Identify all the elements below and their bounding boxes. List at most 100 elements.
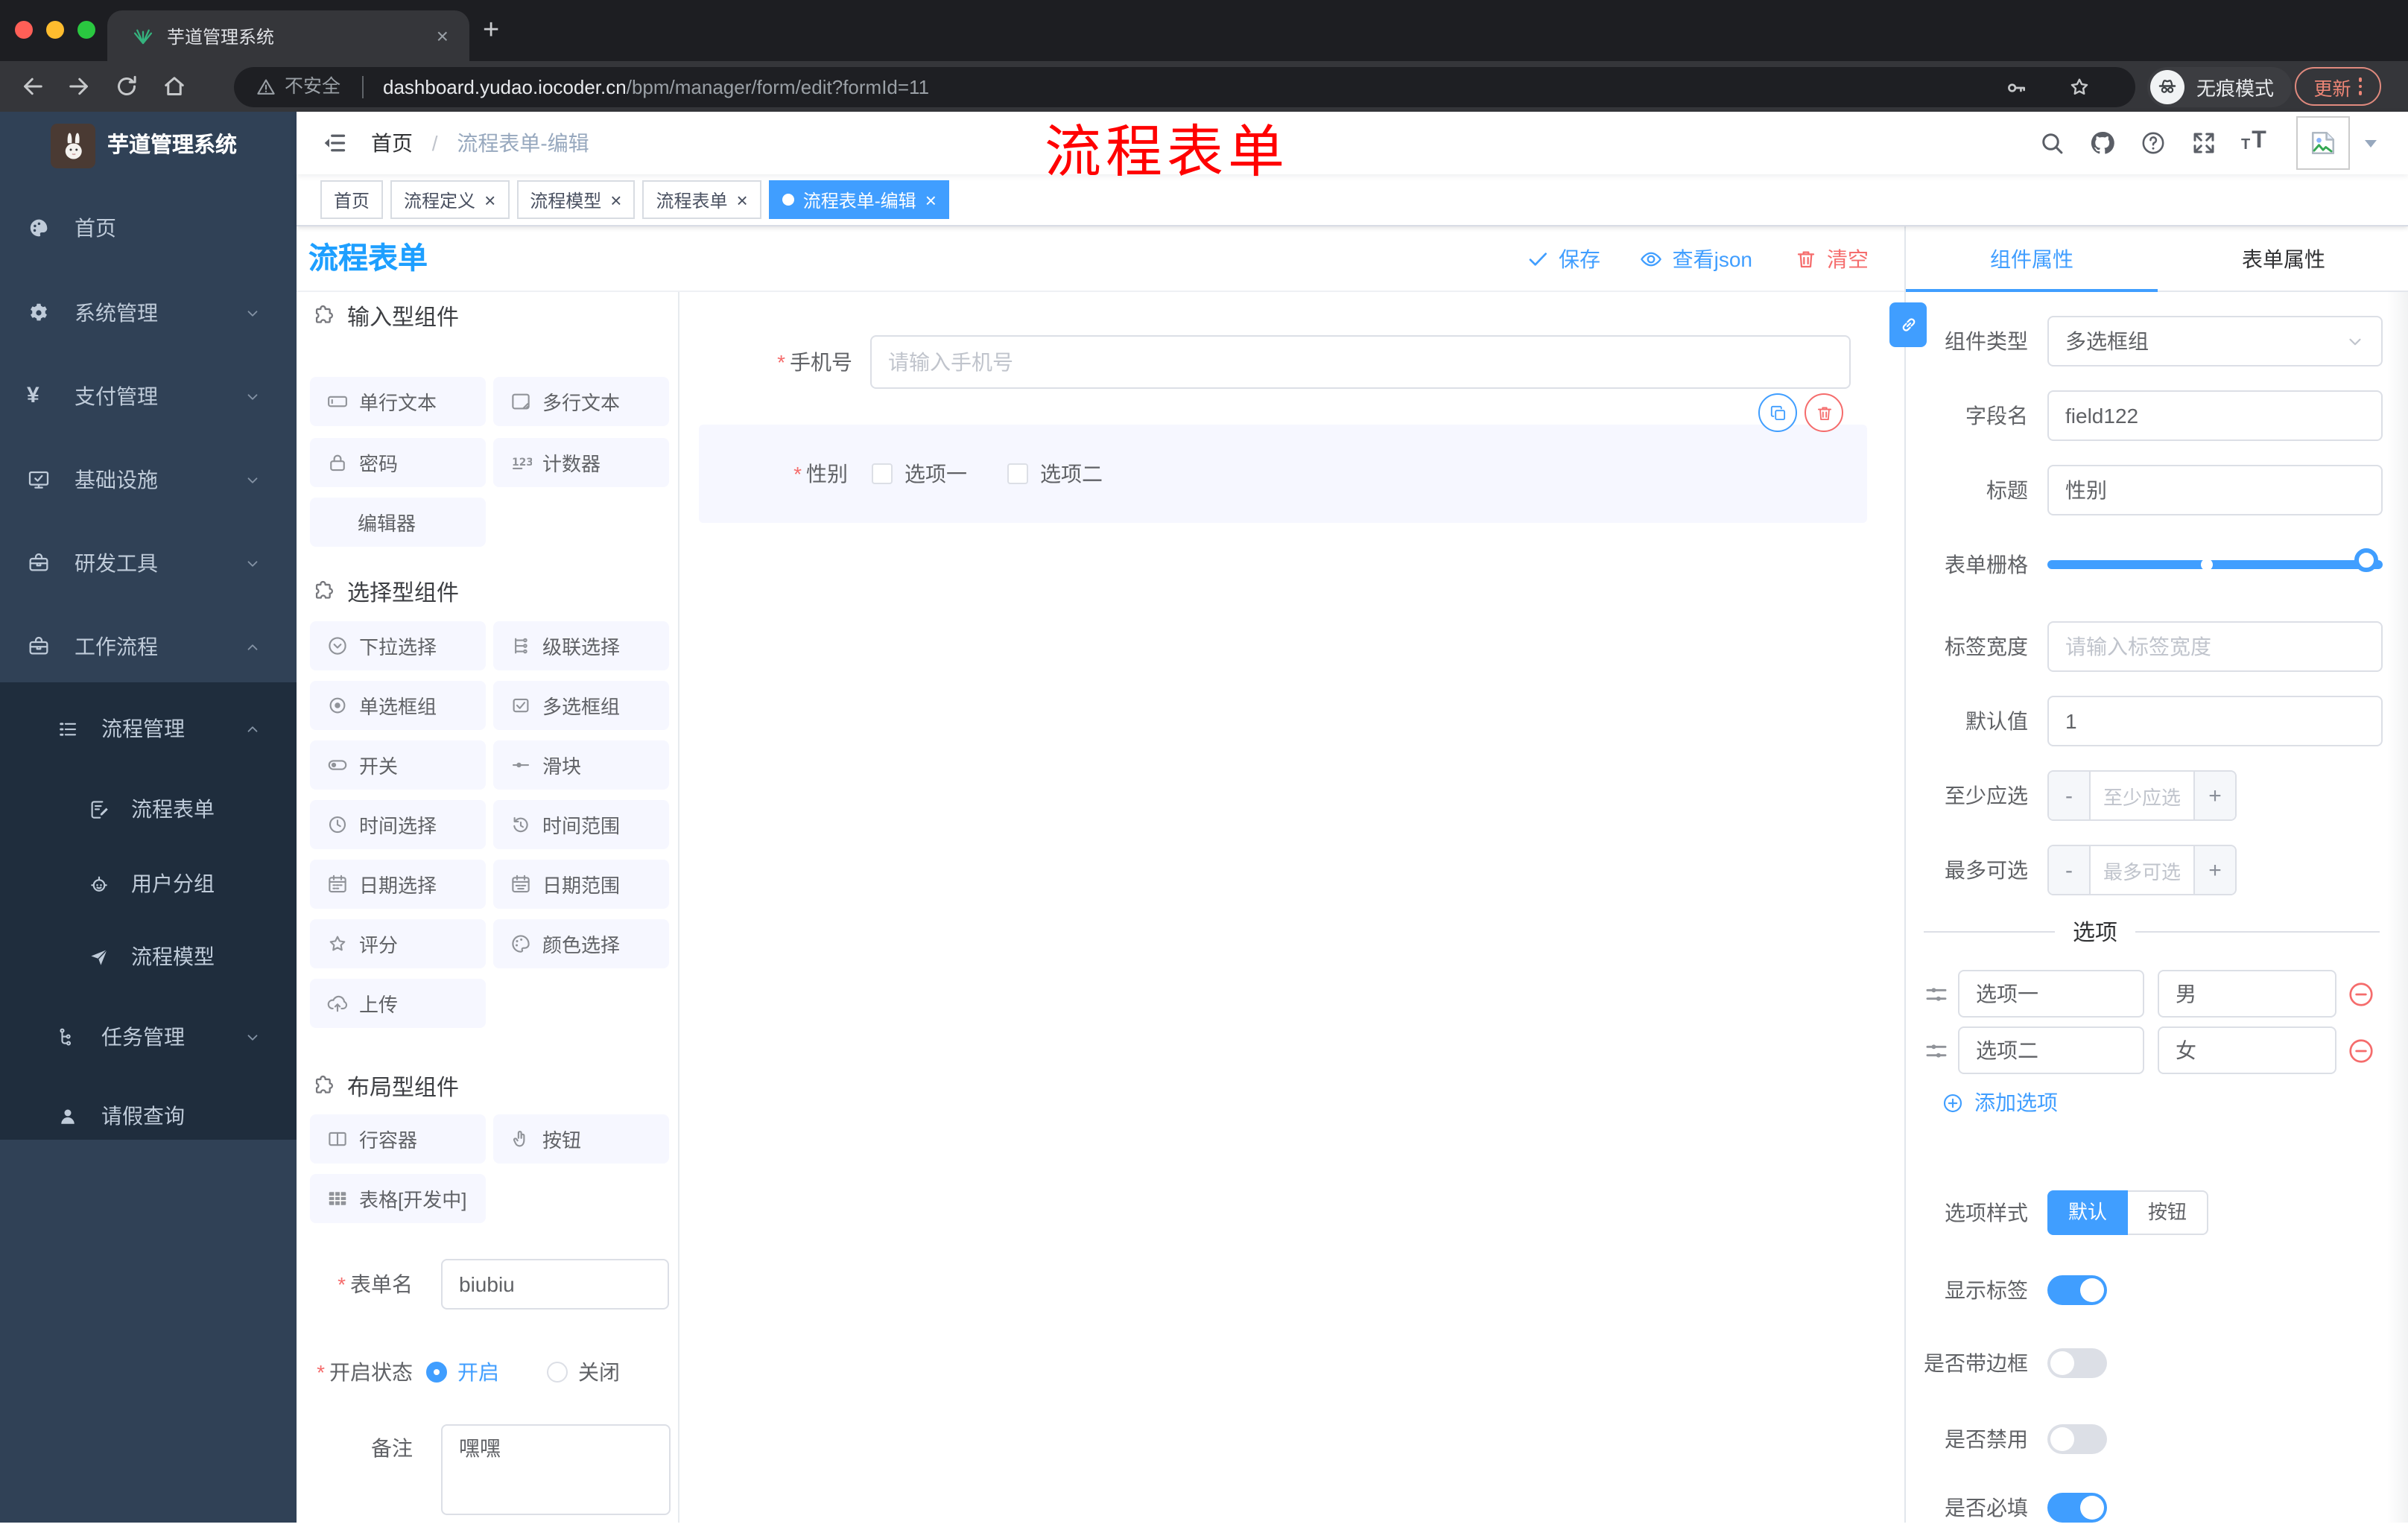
increase-button[interactable]: + [2193,846,2235,894]
palette-item-cascader[interactable]: 级联选择 [493,621,669,670]
palette-item-editor[interactable]: 编辑器 [310,498,486,547]
forward-icon[interactable] [66,73,92,100]
decrease-button[interactable]: - [2049,772,2091,819]
help-icon[interactable] [2140,130,2167,156]
default-value-input[interactable] [2047,696,2383,746]
reload-icon[interactable] [113,73,140,100]
font-size-icon[interactable]: TT [2241,129,2280,156]
sidebar-item-devtools[interactable]: 研发工具 [0,521,297,605]
palette-item-select[interactable]: 下拉选择 [310,621,486,670]
logo[interactable]: 芋道管理系统 [0,112,297,186]
github-icon[interactable] [2089,130,2116,156]
add-option-button[interactable]: 添加选项 [1942,1088,2058,1117]
phone-field-input[interactable] [870,335,1851,389]
sidebar-item-leave-query[interactable]: 请假查询 [0,1079,297,1155]
link-handle[interactable] [1889,302,1927,347]
palette-item-upload[interactable]: 上传 [310,979,486,1028]
sidebar-item-workflow[interactable]: 工作流程 [0,605,297,688]
avatar-caret-icon[interactable] [2365,140,2377,147]
status-radio-off[interactable]: 关闭 [547,1347,620,1397]
border-toggle-off[interactable] [2047,1348,2107,1378]
decrease-button[interactable]: - [2049,846,2091,894]
delete-field-button[interactable] [1805,393,1843,432]
option-style-default[interactable]: 默认 [2047,1190,2128,1235]
sidebar-item-home[interactable]: 首页 [0,186,297,270]
option-2-name-input[interactable] [1958,1026,2144,1074]
back-icon[interactable] [19,73,46,100]
avatar[interactable] [2296,116,2350,170]
hamburger-icon[interactable] [320,130,347,156]
slider-handle[interactable] [2354,548,2378,572]
option-2-value-input[interactable] [2158,1026,2336,1074]
palette-item-radio-group[interactable]: 单选框组 [310,681,486,730]
duplicate-field-button[interactable] [1758,393,1797,432]
sidebar-item-process-form[interactable]: 流程表单 [0,772,297,848]
fullscreen-icon[interactable] [2190,130,2217,156]
tab-component-props[interactable]: 组件属性 [1906,226,2158,292]
browser-update-button[interactable]: 更新 [2295,67,2381,106]
stepper-placeholder[interactable]: 最多可选 [2091,846,2193,894]
remove-option-button[interactable] [2347,1037,2375,1065]
label-width-input[interactable] [2047,621,2383,672]
gender-checkbox-2[interactable]: 选项二 [1007,447,1103,501]
show-label-toggle-on[interactable] [2047,1275,2107,1305]
view-json-button[interactable]: 查看json [1640,226,1752,292]
palette-item-table[interactable]: 表格[开发中] [310,1174,486,1223]
sidebar-item-system[interactable]: 系统管理 [0,271,297,355]
form-name-input[interactable] [441,1259,669,1310]
save-button[interactable]: 保存 [1526,226,1600,292]
home-icon[interactable] [161,73,188,100]
sidebar-item-user-group[interactable]: 用户分组 [0,846,297,922]
palette-item-row-container[interactable]: 行容器 [310,1114,486,1164]
required-toggle-on[interactable] [2047,1493,2107,1523]
palette-item-slider[interactable]: 滑块 [493,740,669,790]
palette-item-rate[interactable]: 评分 [310,919,486,968]
palette-item-switch[interactable]: 开关 [310,740,486,790]
tag-home[interactable]: 首页 [320,180,384,219]
form-grid-slider[interactable] [2047,548,2383,572]
window-minimize-button[interactable] [46,21,64,39]
remove-option-button[interactable] [2347,980,2375,1009]
browser-tab[interactable]: 芋道管理系统 × [107,10,469,61]
sidebar-item-task-mgmt[interactable]: 任务管理 [0,1000,297,1076]
palette-item-password[interactable]: 密码 [310,438,486,487]
gender-field-block-selected[interactable]: * 性别 选项一 选项二 [699,425,1867,523]
palette-item-time-picker[interactable]: 时间选择 [310,800,486,849]
tag-process-model[interactable]: 流程模型 × [516,180,636,219]
component-type-select[interactable]: 多选框组 [2047,316,2383,366]
palette-item-single-text[interactable]: 单行文本 [310,377,486,426]
tag-process-definition[interactable]: 流程定义 × [390,180,510,219]
palette-item-date-picker[interactable]: 日期选择 [310,860,486,909]
search-icon[interactable] [2038,130,2065,156]
breadcrumb-home[interactable]: 首页 [371,131,413,155]
palette-item-counter[interactable]: 123 计数器 [493,438,669,487]
password-key-icon[interactable] [2004,76,2028,100]
tag-close-icon[interactable]: × [925,190,937,209]
gender-checkbox-1[interactable]: 选项一 [872,447,967,501]
tag-close-icon[interactable]: × [737,190,748,209]
option-1-name-input[interactable] [1958,970,2144,1018]
new-tab-button[interactable]: + [483,16,499,46]
option-style-button[interactable]: 按钮 [2128,1190,2208,1235]
increase-button[interactable]: + [2193,772,2235,819]
palette-item-button[interactable]: 按钮 [493,1114,669,1164]
tab-close-icon[interactable]: × [431,24,454,48]
title-input[interactable] [2047,465,2383,515]
tab-form-props[interactable]: 表单属性 [2158,226,2408,292]
tag-close-icon[interactable]: × [484,190,495,209]
disabled-toggle-off[interactable] [2047,1424,2107,1454]
sidebar-item-infra[interactable]: 基础设施 [0,438,297,521]
sidebar-item-process-model[interactable]: 流程模型 [0,919,297,995]
tag-close-icon[interactable]: × [610,190,621,209]
option-1-value-input[interactable] [2158,970,2336,1018]
browser-menu-icon[interactable] [2358,77,2363,95]
sidebar-item-process-mgmt[interactable]: 流程管理 [0,691,297,767]
palette-item-date-range[interactable]: 日期范围 [493,860,669,909]
stepper-placeholder[interactable]: 至少应选 [2091,772,2193,819]
palette-item-checkbox-group[interactable]: 多选框组 [493,681,669,730]
window-zoom-button[interactable] [77,21,95,39]
status-radio-on[interactable]: 开启 [426,1347,499,1397]
palette-item-multi-text[interactable]: 多行文本 [493,377,669,426]
palette-item-time-range[interactable]: 时间范围 [493,800,669,849]
tag-process-form-edit[interactable]: 流程表单-编辑 × [768,180,950,219]
